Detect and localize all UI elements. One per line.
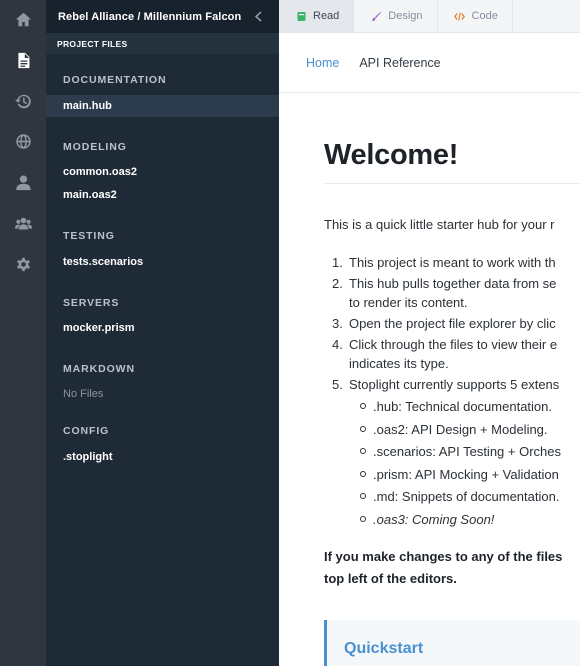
section-label-documentation: DOCUMENTATION <box>63 74 167 86</box>
list-item: .scenarios: API Testing + Orches <box>349 442 561 461</box>
list-item: .prism: API Mocking + Validation <box>349 465 561 484</box>
list-item: .md: Snippets of documentation. <box>349 487 561 506</box>
project-header: Rebel Alliance / Millennium Falcon <box>46 0 279 33</box>
code-icon <box>454 10 466 22</box>
page-title: Welcome! <box>324 139 459 171</box>
api-reference-link[interactable]: API Reference <box>359 56 440 70</box>
list-item: .hub: Technical documentation. <box>349 397 561 416</box>
user-icon[interactable] <box>13 172 33 192</box>
list-item: 2. This hub pulls together data from se … <box>324 274 561 312</box>
bullet-icon <box>360 470 366 477</box>
extension-text: .oas3: Coming Soon! <box>373 511 495 527</box>
history-icon[interactable] <box>13 91 33 111</box>
bullet-icon <box>360 448 366 454</box>
intro-paragraph: This is a quick little starter hub for y… <box>324 217 555 232</box>
list-item: 4. Click through the files to view their… <box>324 335 561 373</box>
chevron-left-icon[interactable] <box>251 9 265 23</box>
list-item: 3. Open the project file explorer by cli… <box>324 314 561 333</box>
changes-note: If you make changes to any of the files … <box>324 546 562 590</box>
step-number: 4. <box>332 337 343 352</box>
step-number: 1. <box>332 255 343 270</box>
section-label-config: CONFIG <box>63 425 110 437</box>
extension-text: .scenarios: API Testing + Orches <box>373 444 561 459</box>
section-label-markdown: MARKDOWN <box>63 363 135 375</box>
file-item-common-oas2[interactable]: common.oas2 <box>46 161 279 183</box>
steps-list: 1. This project is meant to work with th… <box>324 253 561 532</box>
doc-content: Welcome! This is a quick little starter … <box>324 139 580 586</box>
section-label-testing: TESTING <box>63 230 115 242</box>
list-item: 5. Stoplight currently supports 5 extens… <box>324 375 561 529</box>
bullet-icon <box>360 403 366 409</box>
file-item-tests-scenarios[interactable]: tests.scenarios <box>46 251 279 273</box>
note-line: If you make changes to any of the files <box>324 549 563 564</box>
list-item: .oas2: API Design + Modeling. <box>349 420 561 439</box>
tab-design[interactable]: Design <box>354 0 438 32</box>
bullet-icon <box>360 493 366 499</box>
project-files-header: PROJECT FILES <box>46 33 279 54</box>
book-icon <box>295 10 307 22</box>
bullet-icon <box>360 425 366 432</box>
file-item-main-oas2[interactable]: main.oas2 <box>46 184 279 206</box>
step-text: Stoplight currently supports 5 extens <box>349 377 560 392</box>
tab-read[interactable]: Read <box>279 0 355 32</box>
project-files-label: PROJECT FILES <box>57 38 128 49</box>
editor-tabbar: Read Design Code <box>279 0 580 33</box>
extension-text: .prism: API Mocking + Validation <box>373 466 559 482</box>
quickstart-callout: Quickstart <box>324 620 580 666</box>
doc-subnav: Home API Reference <box>279 33 580 93</box>
list-item: .oas3: Coming Soon! <box>349 510 561 529</box>
project-sidebar: Rebel Alliance / Millennium Falcon PROJE… <box>46 0 279 666</box>
gear-icon[interactable] <box>13 254 33 274</box>
step-text: This hub pulls together data from se <box>349 276 557 291</box>
list-item: 1. This project is meant to work with th <box>324 253 561 272</box>
section-label-modeling: MODELING <box>63 141 127 153</box>
no-files-text: No Files <box>63 388 104 400</box>
bullet-icon <box>360 515 366 522</box>
project-breadcrumb[interactable]: Rebel Alliance / Millennium Falcon <box>58 11 241 23</box>
step-text: Open the project file explorer by clic <box>349 316 556 331</box>
quickstart-heading: Quickstart <box>344 640 424 657</box>
file-item-mocker-prism[interactable]: mocker.prism <box>46 317 279 339</box>
home-icon[interactable] <box>13 9 33 29</box>
tab-code[interactable]: Code <box>438 0 513 32</box>
tab-read-label: Read <box>313 10 340 22</box>
title-divider <box>324 183 580 184</box>
note-line: top left of the editors. <box>324 571 457 586</box>
main-panel: Read Design Code Home API Reference Welc… <box>279 0 580 666</box>
step-number: 5. <box>332 377 343 392</box>
file-item-main-hub[interactable]: main.hub <box>46 95 279 117</box>
step-text: to render its content. <box>349 295 468 310</box>
section-label-servers: SERVERS <box>63 297 120 309</box>
team-icon[interactable] <box>13 213 33 233</box>
globe-icon[interactable] <box>13 131 33 151</box>
step-number: 2. <box>332 276 343 291</box>
file-item-stoplight[interactable]: .stoplight <box>46 446 279 468</box>
extension-text: .oas2: API Design + Modeling. <box>373 421 548 437</box>
icon-rail <box>0 0 46 666</box>
brush-icon <box>370 10 382 22</box>
step-text: Click through the files to view their e <box>349 337 558 352</box>
tab-code-label: Code <box>471 10 498 22</box>
tab-design-label: Design <box>388 10 423 22</box>
extension-text: .hub: Technical documentation. <box>373 399 552 414</box>
file-icon[interactable] <box>13 50 33 70</box>
extensions-list: .hub: Technical documentation. .oas2: AP… <box>349 397 561 529</box>
step-text: indicates its type. <box>349 356 449 371</box>
step-text: This project is meant to work with th <box>349 255 556 270</box>
step-number: 3. <box>332 316 343 331</box>
extension-text: .md: Snippets of documentation. <box>373 489 560 504</box>
home-link[interactable]: Home <box>306 56 339 70</box>
